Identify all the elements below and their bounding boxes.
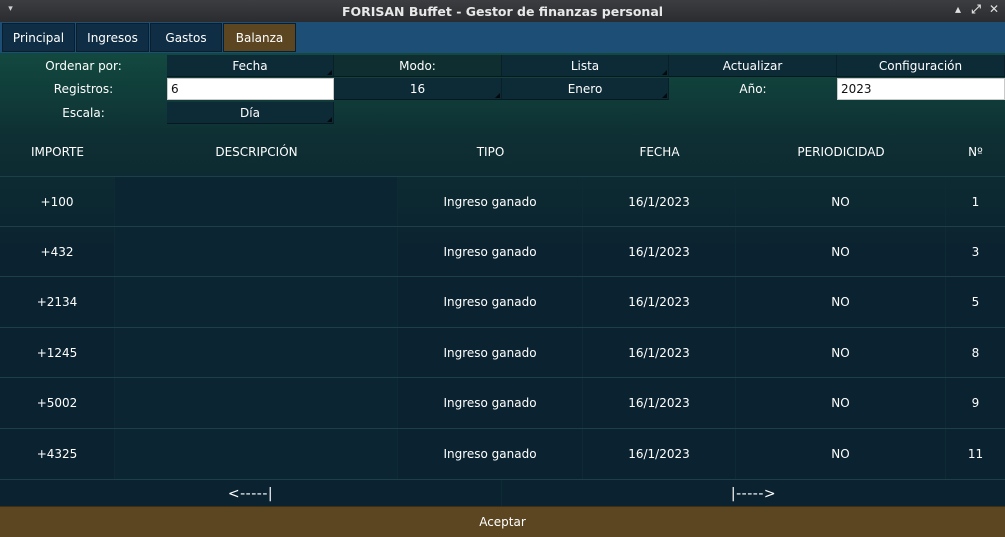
- cell-descripcion: [115, 227, 398, 277]
- tab-gastos[interactable]: Gastos: [150, 23, 222, 52]
- cell-descripcion: [115, 277, 398, 327]
- cell-numero: 8: [971, 346, 980, 360]
- cell-numero: 9: [971, 396, 980, 410]
- header-descripcion: DESCRIPCIÓN: [215, 145, 298, 159]
- window-menu-icon[interactable]: ▾: [5, 4, 16, 15]
- dropdown-corner-icon: [662, 93, 667, 98]
- cell-descripcion: [115, 429, 398, 479]
- cell-tipo: Ingreso ganado: [398, 177, 583, 227]
- actualizar-label: Actualizar: [722, 58, 783, 73]
- prev-page-button[interactable]: <-----|: [0, 480, 502, 507]
- window-title: FORISAN Buffet - Gestor de finanzas pers…: [341, 3, 664, 19]
- cell-periodicidad: NO: [736, 429, 946, 479]
- dropdown-corner-icon: [327, 70, 332, 75]
- configuracion-button[interactable]: Configuración: [837, 55, 1005, 77]
- table-row[interactable]: +2134 Ingreso ganado 16/1/2023 NO 5: [0, 276, 1005, 327]
- cell-fecha: 16/1/2023: [583, 277, 736, 327]
- cell-periodicidad: NO: [736, 177, 946, 227]
- next-page-button[interactable]: |----->: [502, 480, 1005, 507]
- cell-periodicidad: NO: [736, 378, 946, 428]
- cell-importe: +432: [0, 227, 115, 277]
- minimize-icon[interactable]: ▴: [953, 2, 963, 17]
- tab-principal[interactable]: Principal: [2, 23, 75, 52]
- ordenar-select[interactable]: Fecha: [167, 55, 334, 77]
- cell-tipo: Ingreso ganado: [398, 378, 583, 428]
- cell-fecha: 16/1/2023: [583, 378, 736, 428]
- registros-input[interactable]: 6: [167, 78, 334, 100]
- cell-numero: 1: [971, 195, 980, 209]
- cell-numero: 5: [971, 295, 980, 309]
- header-tipo: TIPO: [476, 145, 505, 159]
- table-row[interactable]: +432 Ingreso ganado 16/1/2023 NO 3: [0, 226, 1005, 277]
- modo-label-cell: Modo:: [334, 55, 502, 77]
- cell-tipo: Ingreso ganado: [398, 429, 583, 479]
- window-titlebar: ▾ FORISAN Buffet - Gestor de finanzas pe…: [0, 0, 1005, 22]
- configuracion-label: Configuración: [878, 58, 963, 73]
- cell-tipo: Ingreso ganado: [398, 328, 583, 378]
- cell-fecha: 16/1/2023: [583, 328, 736, 378]
- cell-numero: 3: [971, 245, 980, 259]
- table-row[interactable]: +4325 Ingreso ganado 16/1/2023 NO 11: [0, 428, 1005, 479]
- anio-input[interactable]: 2023: [837, 78, 1005, 100]
- table-row[interactable]: +100 Ingreso ganado 16/1/2023 NO 1: [0, 176, 1005, 227]
- header-importe: IMPORTE: [31, 145, 84, 159]
- header-periodicidad: PERIODICIDAD: [797, 145, 885, 159]
- close-icon[interactable]: ✕: [989, 2, 999, 17]
- cell-importe: +5002: [0, 378, 115, 428]
- escala-label: Escala:: [62, 106, 105, 120]
- dia-value: 16: [409, 81, 426, 96]
- cell-periodicidad: NO: [736, 328, 946, 378]
- ordenar-label: Ordenar por:: [45, 59, 122, 73]
- escala-value: Día: [240, 105, 260, 120]
- cell-periodicidad: NO: [736, 227, 946, 277]
- mes-select[interactable]: Enero: [502, 78, 669, 100]
- anio-label: Año:: [739, 82, 767, 96]
- cell-importe: +2134: [0, 277, 115, 327]
- cell-fecha: 16/1/2023: [583, 177, 736, 227]
- escala-select[interactable]: Día: [167, 102, 334, 124]
- cell-fecha: 16/1/2023: [583, 227, 736, 277]
- cell-descripcion: [115, 328, 398, 378]
- accept-button[interactable]: Aceptar: [0, 506, 1005, 537]
- maximize-icon[interactable]: ⤢: [971, 2, 981, 17]
- table-row[interactable]: +5002 Ingreso ganado 16/1/2023 NO 9: [0, 377, 1005, 428]
- dia-select[interactable]: 16: [334, 78, 502, 100]
- cell-numero: 11: [967, 447, 984, 461]
- mes-value: Enero: [567, 81, 603, 96]
- tab-balanza[interactable]: Balanza: [223, 23, 296, 52]
- cell-tipo: Ingreso ganado: [398, 227, 583, 277]
- cell-descripcion: [115, 378, 398, 428]
- pager: <-----| |----->: [0, 479, 1005, 507]
- registros-label: Registros:: [53, 82, 114, 96]
- cell-fecha: 16/1/2023: [583, 429, 736, 479]
- cell-importe: +4325: [0, 429, 115, 479]
- main-panel: Ordenar por: Fecha Modo: Lista Actualiza…: [0, 53, 1005, 537]
- header-numero: Nº: [968, 145, 983, 159]
- window-buttons: ▴ ⤢ ✕: [953, 2, 999, 17]
- modo-label: Modo:: [399, 58, 436, 73]
- tab-ingresos[interactable]: Ingresos: [76, 23, 149, 52]
- tab-bar: Principal Ingresos Gastos Balanza: [0, 22, 1005, 53]
- dropdown-corner-icon: [662, 70, 667, 75]
- cell-importe: +100: [0, 177, 115, 227]
- dropdown-corner-icon: [327, 117, 332, 122]
- table-row[interactable]: +1245 Ingreso ganado 16/1/2023 NO 8: [0, 327, 1005, 378]
- actualizar-button[interactable]: Actualizar: [669, 55, 837, 77]
- ordenar-value: Fecha: [232, 58, 268, 73]
- cell-periodicidad: NO: [736, 277, 946, 327]
- header-fecha: FECHA: [639, 145, 680, 159]
- modo-value: Lista: [570, 58, 600, 73]
- cell-importe: +1245: [0, 328, 115, 378]
- dropdown-corner-icon: [495, 93, 500, 98]
- cell-tipo: Ingreso ganado: [398, 277, 583, 327]
- cell-descripcion: [115, 177, 398, 227]
- modo-select[interactable]: Lista: [502, 55, 669, 77]
